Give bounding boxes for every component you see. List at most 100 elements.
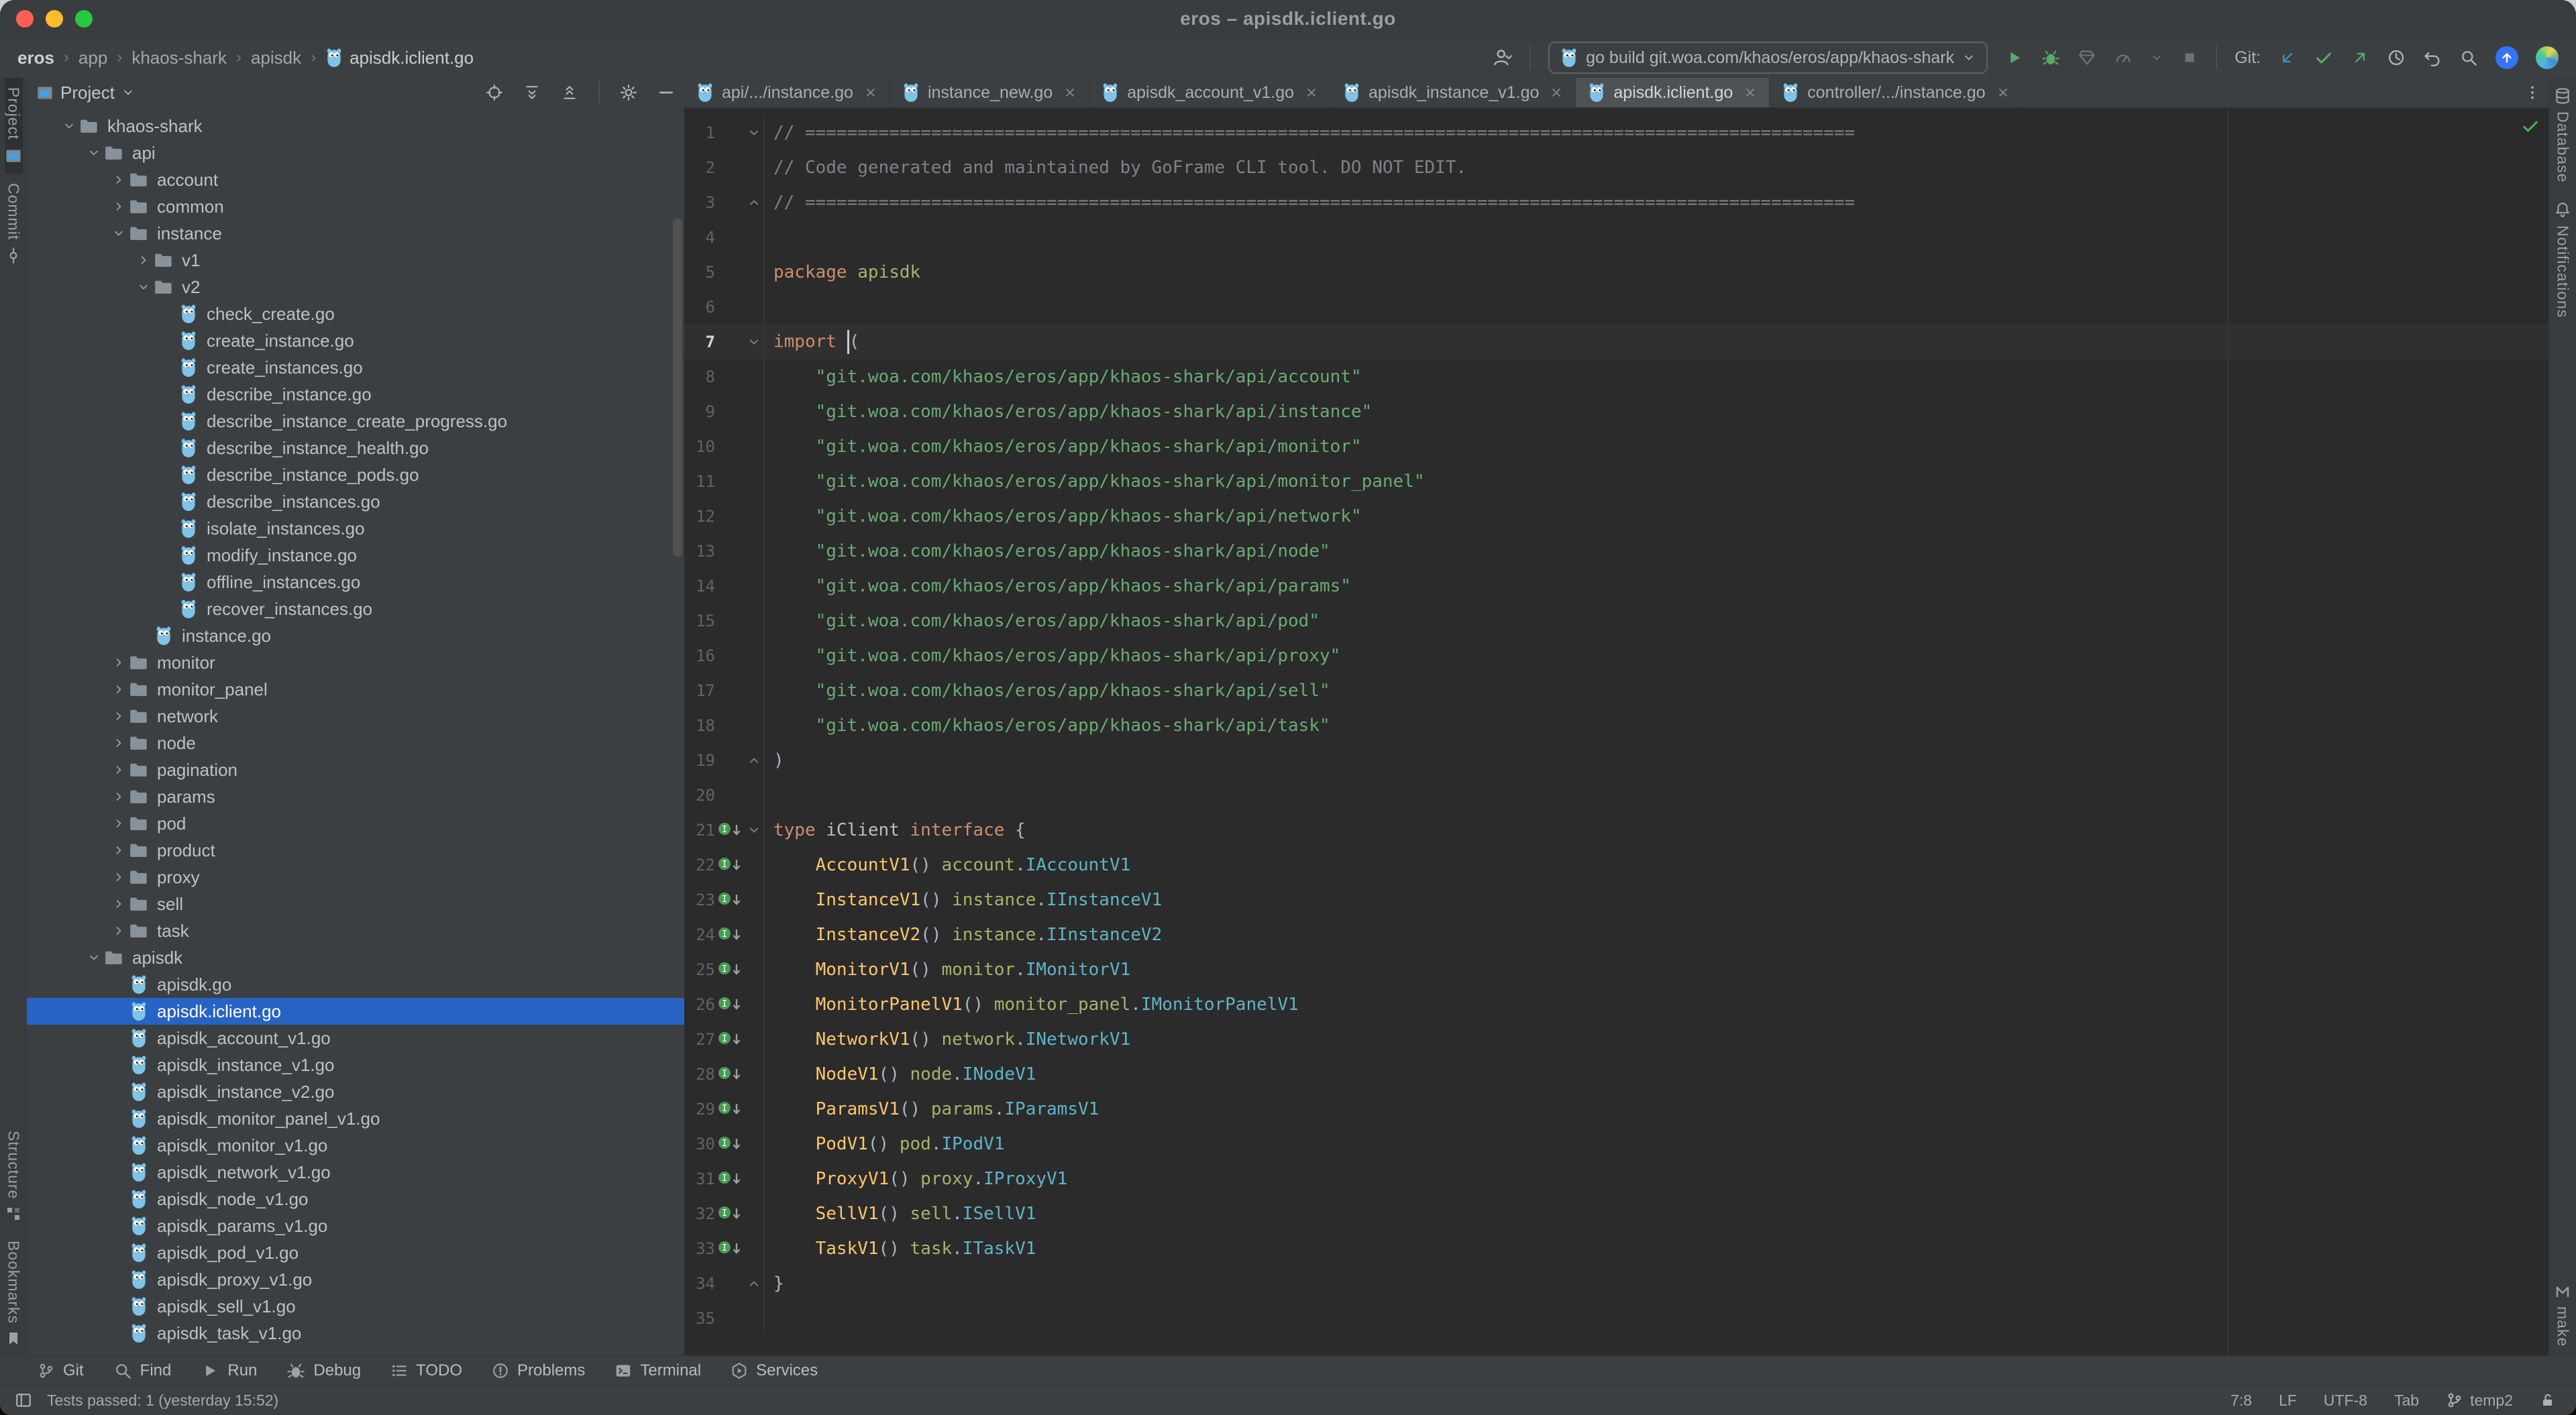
stop-button[interactable] [2181, 49, 2198, 66]
tree-item-proxy[interactable]: proxy [27, 864, 684, 891]
select-opened-file-button[interactable] [486, 84, 503, 101]
tree-item-describe-instances-go[interactable]: describe_instances.go [27, 488, 684, 515]
line-number[interactable]: 13 [684, 542, 715, 561]
ide-update-indicator[interactable] [2496, 46, 2518, 69]
chevron-collapsed-icon[interactable] [110, 844, 127, 857]
editor-tab-apisdk-account-v1-go[interactable]: apisdk_account_v1.go [1089, 78, 1331, 107]
indent-widget[interactable]: Tab [2394, 1392, 2419, 1410]
code-line-13[interactable]: 13 "git.woa.com/khaos/eros/app/khaos-sha… [684, 534, 2549, 569]
line-number[interactable]: 10 [684, 437, 715, 456]
implemented-gutter-icon[interactable]: I [715, 1099, 746, 1119]
tree-item-khaos-shark[interactable]: khaos-shark [27, 113, 684, 139]
tree-item-apisdk-network-v1-go[interactable]: apisdk_network_v1.go [27, 1159, 684, 1186]
tree-item-apisdk-instance-v1-go[interactable]: apisdk_instance_v1.go [27, 1052, 684, 1078]
code-line-10[interactable]: 10 "git.woa.com/khaos/eros/app/khaos-sha… [684, 429, 2549, 464]
tree-item-apisdk[interactable]: apisdk [27, 944, 684, 971]
line-number[interactable]: 8 [684, 367, 715, 386]
tree-item-instance[interactable]: instance [27, 220, 684, 247]
chevron-expanded-icon[interactable] [85, 951, 103, 964]
tree-item-describe-instance-create-progress-go[interactable]: describe_instance_create_progress.go [27, 408, 684, 435]
line-number[interactable]: 17 [684, 681, 715, 700]
tree-item-offline-instances-go[interactable]: offline_instances.go [27, 569, 684, 596]
tree-item-describe-instance-health-go[interactable]: describe_instance_health.go [27, 435, 684, 461]
tree-item-node[interactable]: node [27, 730, 684, 756]
line-number[interactable]: 14 [684, 577, 715, 596]
code-line-24[interactable]: 24I InstanceV2() instance.IInstanceV2 [684, 917, 2549, 952]
run-with-profile-icon[interactable] [1492, 48, 1512, 68]
tree-item-create-instances-go[interactable]: create_instances.go [27, 354, 684, 381]
tree-item-describe-instance-pods-go[interactable]: describe_instance_pods.go [27, 461, 684, 488]
breadcrumb-item[interactable]: apisdk [251, 48, 301, 68]
tab-close-icon[interactable] [864, 86, 877, 99]
tab-close-icon[interactable] [1996, 86, 2010, 99]
tree-item-v2[interactable]: v2 [27, 274, 684, 300]
implemented-gutter-icon[interactable]: I [715, 1204, 746, 1224]
line-number[interactable]: 32 [684, 1204, 715, 1223]
line-number[interactable]: 25 [684, 960, 715, 979]
account-avatar[interactable] [2536, 46, 2559, 69]
chevron-collapsed-icon[interactable] [110, 173, 127, 186]
tree-item-sell[interactable]: sell [27, 891, 684, 917]
code-line-15[interactable]: 15 "git.woa.com/khaos/eros/app/khaos-sha… [684, 604, 2549, 638]
code-line-23[interactable]: 23I InstanceV1() instance.IInstanceV1 [684, 883, 2549, 917]
code-line-11[interactable]: 11 "git.woa.com/khaos/eros/app/khaos-sha… [684, 464, 2549, 499]
chevron-collapsed-icon[interactable] [110, 710, 127, 723]
editor-tab-apisdk-instance-v1-go[interactable]: apisdk_instance_v1.go [1331, 78, 1576, 107]
line-number[interactable]: 33 [684, 1239, 715, 1258]
implemented-gutter-icon[interactable]: I [715, 960, 746, 980]
code-line-26[interactable]: 26I MonitorPanelV1() monitor_panel.IMoni… [684, 987, 2549, 1022]
implemented-gutter-icon[interactable]: I [715, 1134, 746, 1154]
hide-panel-button[interactable] [657, 84, 675, 101]
code-line-27[interactable]: 27I NetworkV1() network.INetworkV1 [684, 1022, 2549, 1057]
tab-close-icon[interactable] [1743, 86, 1757, 99]
line-number[interactable]: 31 [684, 1170, 715, 1188]
editor-tab-instance-new-go[interactable]: instance_new.go [890, 78, 1089, 107]
line-number[interactable]: 3 [684, 193, 715, 212]
line-number[interactable]: 7 [684, 333, 715, 351]
chevron-collapsed-icon[interactable] [110, 897, 127, 911]
line-number[interactable]: 23 [684, 891, 715, 909]
line-number[interactable]: 29 [684, 1100, 715, 1119]
code-line-20[interactable]: 20 [684, 778, 2549, 813]
tool-window-button-problems[interactable]: Problems [492, 1361, 585, 1380]
tree-item-modify-instance-go[interactable]: modify_instance.go [27, 542, 684, 569]
tool-window-button-services[interactable]: Services [731, 1361, 818, 1380]
tool-window-button-run[interactable]: Run [201, 1361, 257, 1380]
code-line-33[interactable]: 33I TaskV1() task.ITaskV1 [684, 1231, 2549, 1266]
implemented-gutter-icon[interactable]: I [715, 855, 746, 875]
code-line-6[interactable]: 6 [684, 290, 2549, 325]
encoding-widget[interactable]: UTF-8 [2324, 1392, 2367, 1410]
implemented-gutter-icon[interactable]: I [715, 1239, 746, 1259]
code-line-14[interactable]: 14 "git.woa.com/khaos/eros/app/khaos-sha… [684, 569, 2549, 604]
tree-item-recover-instances-go[interactable]: recover_instances.go [27, 596, 684, 622]
tree-item-create-instance-go[interactable]: create_instance.go [27, 327, 684, 354]
line-number[interactable]: 27 [684, 1030, 715, 1049]
tree-item-api[interactable]: api [27, 139, 684, 166]
tree-item-account[interactable]: account [27, 166, 684, 193]
code-line-25[interactable]: 25I MonitorV1() monitor.IMonitorV1 [684, 952, 2549, 987]
code-line-34[interactable]: 34} [684, 1266, 2549, 1301]
tree-item-apisdk-pod-v1-go[interactable]: apisdk_pod_v1.go [27, 1239, 684, 1266]
line-number[interactable]: 2 [684, 158, 715, 177]
tree-item-apisdk-params-v1-go[interactable]: apisdk_params_v1.go [27, 1212, 684, 1239]
code-line-32[interactable]: 32I SellV1() sell.ISellV1 [684, 1196, 2549, 1231]
code-line-16[interactable]: 16 "git.woa.com/khaos/eros/app/khaos-sha… [684, 638, 2549, 673]
code-line-2[interactable]: 2// Code generated and maintained by GoF… [684, 150, 2549, 185]
tree-item-isolate-instances-go[interactable]: isolate_instances.go [27, 515, 684, 542]
code-editor[interactable]: 1// ====================================… [684, 107, 2549, 1356]
code-line-30[interactable]: 30I PodV1() pod.IPodV1 [684, 1127, 2549, 1162]
implemented-gutter-icon[interactable]: I [715, 925, 746, 945]
tree-item-monitor[interactable]: monitor [27, 649, 684, 676]
chevron-collapsed-icon[interactable] [110, 924, 127, 938]
cursor-position-widget[interactable]: 7:8 [2231, 1392, 2252, 1410]
git-commit-button[interactable] [2314, 48, 2333, 67]
status-message[interactable]: Tests passed: 1 (yesterday 15:52) [47, 1392, 278, 1410]
code-line-4[interactable]: 4 [684, 220, 2549, 255]
tab-close-icon[interactable] [1305, 86, 1318, 99]
line-number[interactable]: 4 [684, 228, 715, 247]
editor-tab-controller-instance-go[interactable]: controller/.../instance.go [1770, 78, 2022, 107]
tree-item-pod[interactable]: pod [27, 810, 684, 837]
line-number[interactable]: 35 [684, 1309, 715, 1328]
chevron-collapsed-icon[interactable] [110, 817, 127, 830]
tab-close-icon[interactable] [1063, 86, 1077, 99]
